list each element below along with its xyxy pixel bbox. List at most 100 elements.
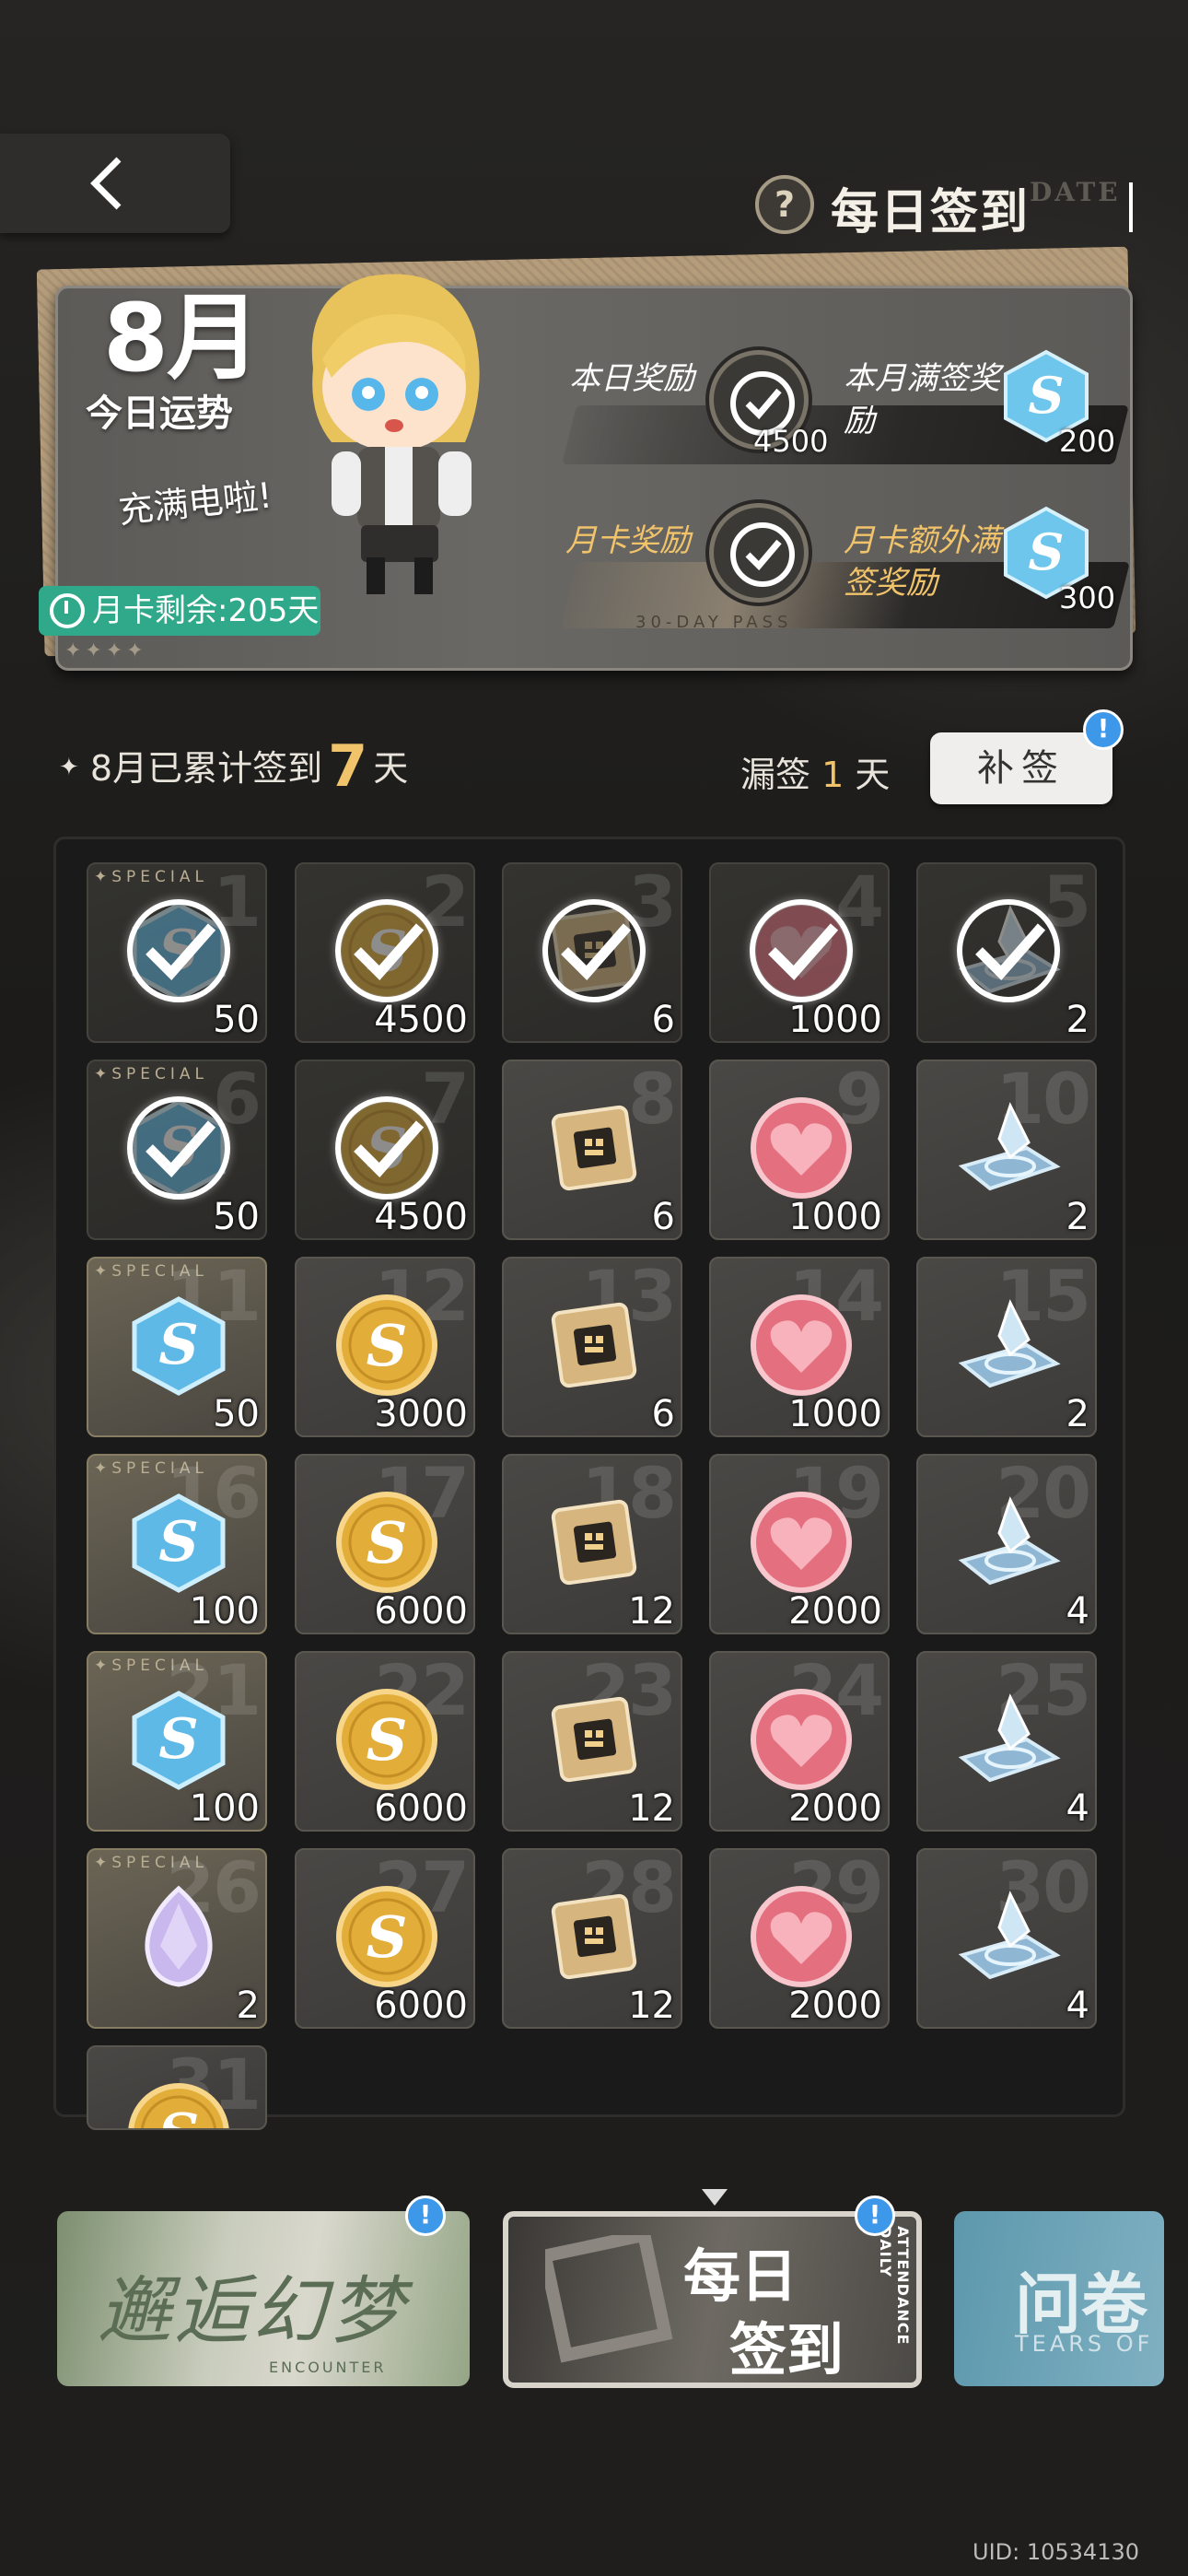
reward-amount: 4500 bbox=[374, 999, 468, 1041]
nav-signin-line1: 每日 bbox=[683, 2242, 798, 2310]
user-id: UID: 10534130 bbox=[973, 2539, 1139, 2565]
calendar-day-9[interactable]: 9 1000 bbox=[709, 1060, 890, 1240]
calendar-day-14[interactable]: 14 1000 bbox=[709, 1257, 890, 1437]
nav-encounter-sub: ENCOUNTER bbox=[269, 2359, 387, 2376]
checkmark-icon bbox=[127, 1096, 230, 1200]
reward-heart-icon bbox=[751, 1492, 852, 1593]
reward-stand-icon bbox=[958, 1891, 1061, 1980]
calendar-day-21[interactable]: ✦SPECIAL 21 S 100 bbox=[87, 1651, 267, 1832]
alert-badge-icon: ! bbox=[855, 2195, 895, 2236]
calendar-day-12[interactable]: 12 S 3000 bbox=[295, 1257, 475, 1437]
calendar-day-8[interactable]: 86 bbox=[502, 1060, 682, 1240]
reward-amount: 4 bbox=[1066, 1787, 1089, 1830]
title-divider bbox=[1129, 182, 1133, 232]
reward-amount: 6000 bbox=[374, 1985, 468, 2027]
nav-daily-signin[interactable]: 每日 签到 ATTENDANCE DAILY bbox=[503, 2211, 922, 2388]
calendar-day-7[interactable]: 7 S 4500 bbox=[295, 1060, 475, 1240]
missed-signin: 漏签 1 天 bbox=[740, 746, 890, 797]
calendar-day-25[interactable]: 25 4 bbox=[916, 1651, 1097, 1832]
svg-text:S: S bbox=[158, 2101, 200, 2130]
chibi-character bbox=[311, 274, 480, 594]
calendar-day-10[interactable]: 10 2 bbox=[916, 1060, 1097, 1240]
calendar-day-28[interactable]: 28 12 bbox=[502, 1848, 682, 2029]
help-button[interactable]: ? bbox=[755, 175, 814, 234]
nav-survey-sub: TEARS OF bbox=[1015, 2331, 1154, 2357]
reward-amount: 50 bbox=[213, 1393, 260, 1435]
page-title: 每日签到 bbox=[831, 185, 1031, 240]
reward-amount: 2 bbox=[236, 1985, 260, 2027]
calendar-day-27[interactable]: 27 S 6000 bbox=[295, 1848, 475, 2029]
reward-amount: 100 bbox=[189, 1787, 260, 1830]
nav-signin-side: ATTENDANCE DAILY bbox=[877, 2226, 912, 2346]
calendar-day-24[interactable]: 24 2000 bbox=[709, 1651, 890, 1832]
reward-amount: 4 bbox=[1066, 1985, 1089, 2027]
reward-amount: 2000 bbox=[788, 1985, 882, 2027]
calendar-day-31[interactable]: 31S bbox=[87, 2045, 267, 2130]
reward-coin-icon: S bbox=[336, 1689, 437, 1790]
calendar-day-29[interactable]: 29 2000 bbox=[709, 1848, 890, 2029]
checkmark-icon bbox=[730, 522, 795, 587]
calendar-day-16[interactable]: ✦SPECIAL 16 S 100 bbox=[87, 1454, 267, 1634]
pass-remaining-text: 月卡剩余:205天 bbox=[92, 592, 320, 629]
reward-amount: 6 bbox=[651, 999, 675, 1041]
date-tag: DATE bbox=[1030, 177, 1121, 207]
today-reward-amount: 4500 bbox=[753, 424, 829, 459]
reward-amount: 100 bbox=[189, 1590, 260, 1633]
calendar-day-15[interactable]: 15 2 bbox=[916, 1257, 1097, 1437]
calendar-day-22[interactable]: 22 S 6000 bbox=[295, 1651, 475, 1832]
calendar-day-3[interactable]: 36 bbox=[502, 862, 682, 1043]
reward-amount: 2 bbox=[1066, 1393, 1089, 1435]
reward-stand-icon bbox=[958, 1496, 1061, 1586]
nav-signin-line2: 签到 bbox=[729, 2316, 844, 2383]
calendar-day-13[interactable]: 13 6 bbox=[502, 1257, 682, 1437]
pass-remaining-badge: 月卡剩余:205天 bbox=[39, 586, 320, 636]
reward-coin-icon: S bbox=[336, 1294, 437, 1396]
calendar-day-6[interactable]: ✦SPECIAL 6 S 50 bbox=[87, 1060, 267, 1240]
calendar-day-5[interactable]: 52 bbox=[916, 862, 1097, 1043]
reward-heart-icon bbox=[751, 1689, 852, 1790]
calendar-day-1[interactable]: ✦SPECIAL 1 S 50 bbox=[87, 862, 267, 1043]
reward-amount: 6 bbox=[651, 1393, 675, 1435]
calendar-day-23[interactable]: 23 12 bbox=[502, 1651, 682, 1832]
svg-text:S: S bbox=[1029, 522, 1065, 581]
stamp-icon bbox=[545, 2235, 673, 2363]
month-label: 8月 bbox=[103, 284, 261, 393]
svg-text:S: S bbox=[367, 1312, 408, 1379]
reward-amount: 50 bbox=[213, 999, 260, 1041]
clock-icon bbox=[50, 593, 85, 628]
reward-amount: 3000 bbox=[374, 1393, 468, 1435]
svg-text:S: S bbox=[1029, 366, 1065, 425]
svg-text:S: S bbox=[158, 1313, 198, 1377]
checkmark-icon bbox=[750, 899, 853, 1002]
svg-text:S: S bbox=[158, 1707, 198, 1772]
reward-heart-icon bbox=[751, 1294, 852, 1396]
reward-coin-icon: S bbox=[128, 2083, 229, 2130]
alert-badge-icon: ! bbox=[1083, 709, 1124, 750]
calendar-day-19[interactable]: 19 2000 bbox=[709, 1454, 890, 1634]
accum-suffix: 天 bbox=[373, 748, 409, 789]
checkmark-icon bbox=[335, 1096, 438, 1200]
calendar-day-2[interactable]: 2 S 4500 bbox=[295, 862, 475, 1043]
nav-survey[interactable]: 问卷 TEARS OF bbox=[954, 2211, 1164, 2386]
calendar-day-30[interactable]: 30 4 bbox=[916, 1848, 1097, 2029]
reward-amount: 12 bbox=[628, 1985, 675, 2027]
calendar-day-11[interactable]: ✦SPECIAL 11 S 50 bbox=[87, 1257, 267, 1437]
calendar-day-4[interactable]: 4 1000 bbox=[709, 862, 890, 1043]
svg-text:S: S bbox=[367, 1706, 408, 1774]
calendar-day-18[interactable]: 18 12 bbox=[502, 1454, 682, 1634]
pass-reward-label: 月卡奖励 bbox=[565, 522, 691, 559]
makeup-signin-button[interactable]: 补签 bbox=[930, 732, 1112, 804]
nav-encounter[interactable]: 邂逅幻梦 ENCOUNTER bbox=[57, 2211, 470, 2386]
reward-chip-icon bbox=[551, 1696, 637, 1783]
reward-coin-icon: S bbox=[336, 1886, 437, 1987]
back-button[interactable] bbox=[0, 134, 230, 233]
calendar-day-20[interactable]: 20 4 bbox=[916, 1454, 1097, 1634]
reward-hex-icon: S bbox=[132, 1493, 226, 1593]
fortune-label: 今日运势 bbox=[86, 392, 233, 435]
calendar-day-26[interactable]: ✦SPECIAL 26 2 bbox=[87, 1848, 267, 2029]
reward-amount: 6000 bbox=[374, 1590, 468, 1633]
checkmark-icon bbox=[335, 899, 438, 1002]
reward-amount: 2 bbox=[1066, 1196, 1089, 1238]
calendar-day-17[interactable]: 17 S 6000 bbox=[295, 1454, 475, 1634]
reward-amount: 6 bbox=[651, 1196, 675, 1238]
